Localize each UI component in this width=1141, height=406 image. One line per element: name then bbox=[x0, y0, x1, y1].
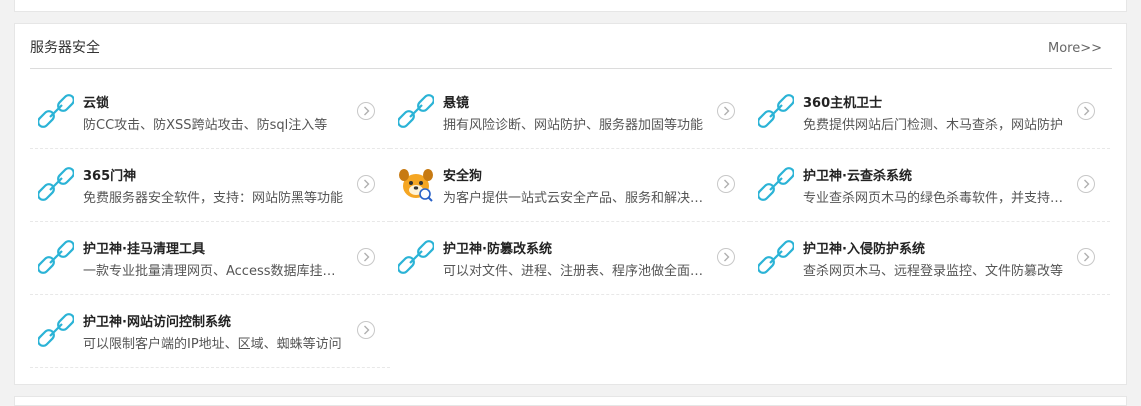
tool-desc: 防CC攻击、防XSS跨站攻击、防sql注入等 bbox=[83, 118, 328, 133]
tool-item[interactable]: 护卫神·入侵防护系统 查杀网页木马、远程登录监控、文件防篡改等 bbox=[750, 222, 1110, 295]
tool-desc: 可以限制客户端的IP地址、区域、蜘蛛等访问 bbox=[83, 337, 342, 352]
panel-title: 服务器安全 bbox=[30, 40, 100, 56]
tool-item[interactable]: 365门神 免费服务器安全软件，支持：网站防黑等功能 bbox=[30, 149, 390, 222]
tool-desc: 免费提供网站后门检测、木马查杀，网站防护 bbox=[803, 118, 1064, 133]
server-security-panel: 服务器安全 More>> 云锁 防CC攻击、防XSS跨站攻击、防sql注入等 悬… bbox=[14, 23, 1127, 385]
previous-panel bbox=[14, 0, 1127, 12]
tool-name: 护卫神·挂马清理工具 bbox=[83, 242, 205, 257]
tool-desc: 免费服务器安全软件，支持：网站防黑等功能 bbox=[83, 191, 344, 206]
tool-desc: 为客户提供一站式云安全产品、服务和解决方案 bbox=[443, 191, 705, 206]
tool-name: 护卫神·防篡改系统 bbox=[443, 242, 552, 257]
tool-name: 护卫神·网站访问控制系统 bbox=[83, 315, 231, 330]
tool-item[interactable]: 安全狗 为客户提供一站式云安全产品、服务和解决方案 bbox=[390, 149, 750, 222]
chevron-right-icon[interactable] bbox=[356, 320, 376, 340]
chevron-right-icon[interactable] bbox=[1076, 101, 1096, 121]
chevron-right-icon[interactable] bbox=[356, 174, 376, 194]
tool-name: 护卫神·入侵防护系统 bbox=[803, 242, 925, 257]
tool-item[interactable]: 360主机卫士 免费提供网站后门检测、木马查杀，网站防护 bbox=[750, 76, 1110, 149]
chevron-right-icon[interactable] bbox=[356, 247, 376, 267]
tool-desc: 查杀网页木马、远程登录监控、文件防篡改等 bbox=[803, 264, 1064, 279]
tool-item[interactable]: 悬镜 拥有风险诊断、网站防护、服务器加固等功能 bbox=[390, 76, 750, 149]
chevron-right-icon[interactable] bbox=[716, 101, 736, 121]
tool-desc: 专业查杀网页木马的绿色杀毒软件，并支持云查杀 bbox=[803, 191, 1065, 206]
link-icon bbox=[38, 313, 74, 347]
tool-desc: 拥有风险诊断、网站防护、服务器加固等功能 bbox=[443, 118, 704, 133]
tool-desc: 一款专业批量清理网页、Access数据库挂马工具 bbox=[83, 264, 345, 279]
link-icon bbox=[758, 240, 794, 274]
more-link[interactable]: More>> bbox=[1048, 41, 1102, 57]
link-icon bbox=[758, 167, 794, 201]
chevron-right-icon[interactable] bbox=[1076, 174, 1096, 194]
link-icon bbox=[38, 240, 74, 274]
link-icon bbox=[758, 94, 794, 128]
tool-name: 护卫神·云查杀系统 bbox=[803, 169, 912, 184]
next-panel bbox=[14, 396, 1127, 406]
chevron-right-icon[interactable] bbox=[716, 247, 736, 267]
tool-item[interactable]: 护卫神·网站访问控制系统 可以限制客户端的IP地址、区域、蜘蛛等访问 bbox=[30, 295, 390, 368]
tool-item[interactable]: 护卫神·防篡改系统 可以对文件、进程、注册表、程序池做全面保护 bbox=[390, 222, 750, 295]
tool-item[interactable]: 护卫神·云查杀系统 专业查杀网页木马的绿色杀毒软件，并支持云查杀 bbox=[750, 149, 1110, 222]
tool-name: 365门神 bbox=[83, 169, 137, 184]
tool-item[interactable]: 护卫神·挂马清理工具 一款专业批量清理网页、Access数据库挂马工具 bbox=[30, 222, 390, 295]
tool-name: 云锁 bbox=[83, 96, 110, 111]
link-icon bbox=[398, 94, 434, 128]
panel-header: 服务器安全 More>> bbox=[30, 24, 1112, 69]
link-icon bbox=[38, 94, 74, 128]
tool-name: 360主机卫士 bbox=[803, 96, 883, 111]
chevron-right-icon[interactable] bbox=[356, 101, 376, 121]
chevron-right-icon[interactable] bbox=[716, 174, 736, 194]
link-icon bbox=[38, 167, 74, 201]
chevron-right-icon[interactable] bbox=[1076, 247, 1096, 267]
safedog-logo-icon bbox=[399, 169, 433, 202]
link-icon bbox=[398, 240, 434, 274]
tool-desc: 可以对文件、进程、注册表、程序池做全面保护 bbox=[443, 264, 705, 279]
tool-item[interactable]: 云锁 防CC攻击、防XSS跨站攻击、防sql注入等 bbox=[30, 76, 390, 149]
tool-name: 悬镜 bbox=[443, 96, 470, 111]
tool-name: 安全狗 bbox=[443, 169, 483, 184]
